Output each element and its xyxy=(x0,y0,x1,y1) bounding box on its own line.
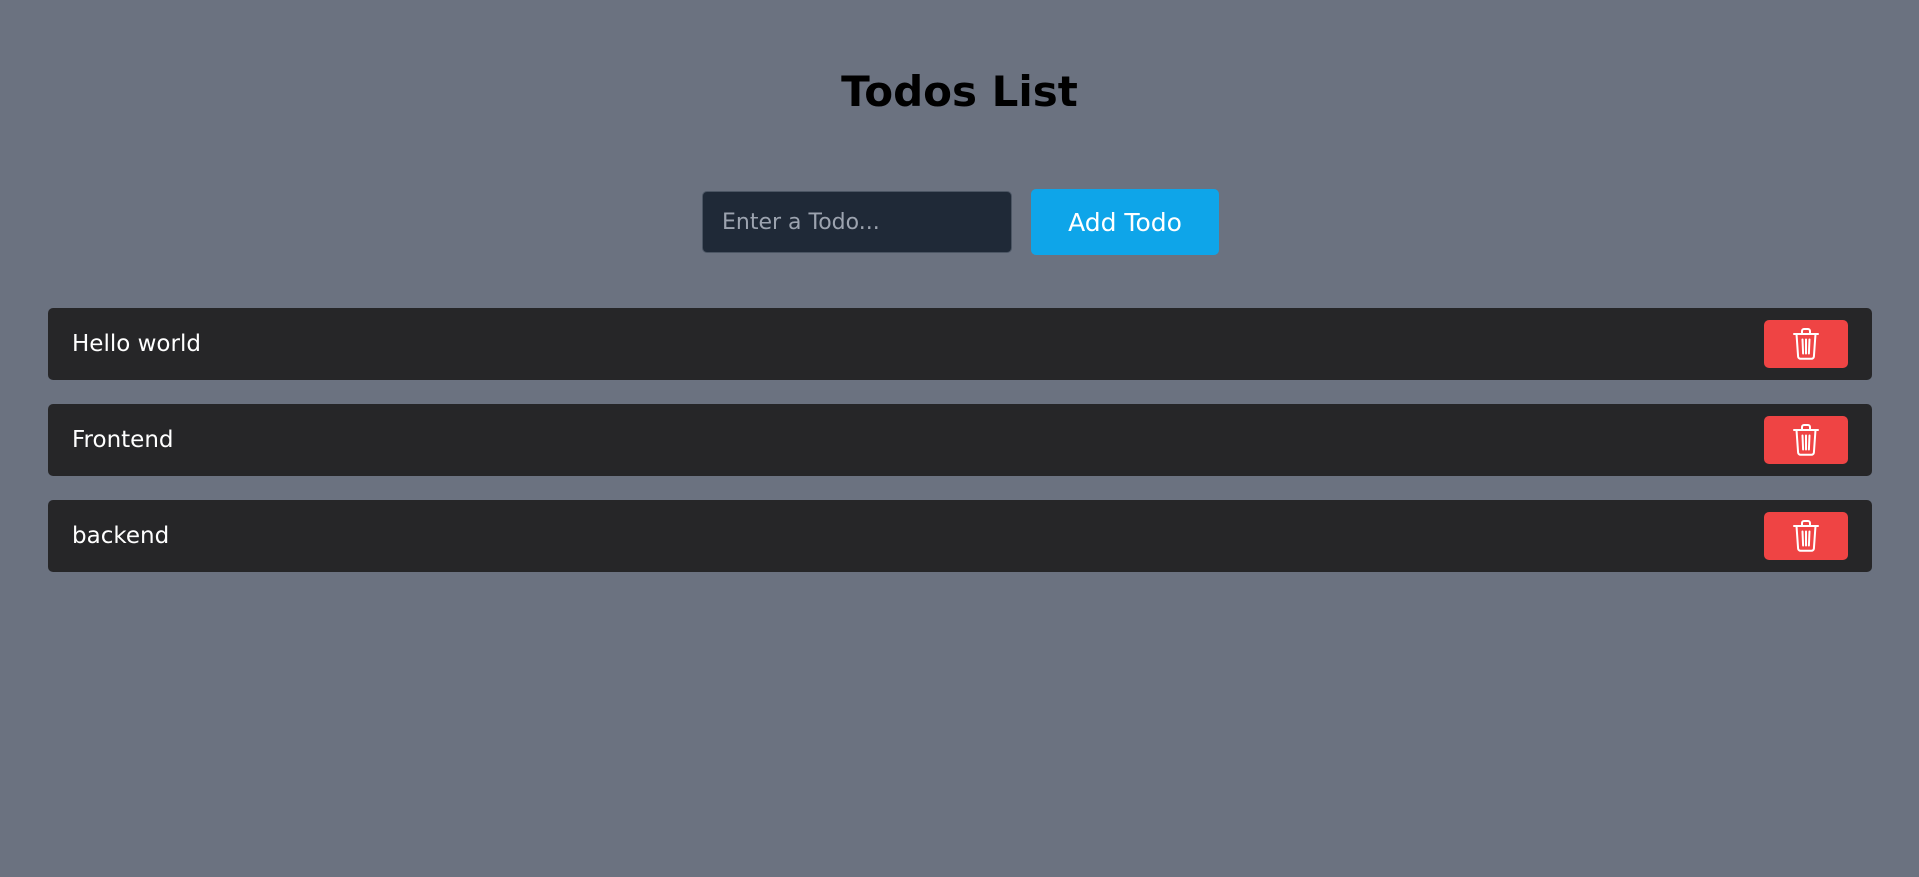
todo-list: Hello world Frontend backend xyxy=(48,308,1872,596)
todo-item: Frontend xyxy=(48,404,1872,476)
trash-icon xyxy=(1793,328,1819,360)
todo-item: Hello world xyxy=(48,308,1872,380)
todo-item: backend xyxy=(48,500,1872,572)
page-title: Todos List xyxy=(841,67,1078,116)
trash-icon xyxy=(1793,520,1819,552)
delete-todo-button[interactable] xyxy=(1764,320,1848,368)
todo-text: backend xyxy=(72,523,170,549)
todo-input[interactable] xyxy=(702,191,1012,253)
delete-todo-button[interactable] xyxy=(1764,512,1848,560)
delete-todo-button[interactable] xyxy=(1764,416,1848,464)
add-todo-button[interactable]: Add Todo xyxy=(1031,189,1219,255)
todo-text: Frontend xyxy=(72,427,174,453)
trash-icon xyxy=(1793,424,1819,456)
add-todo-form: Add Todo xyxy=(702,189,1219,255)
todo-text: Hello world xyxy=(72,331,201,357)
